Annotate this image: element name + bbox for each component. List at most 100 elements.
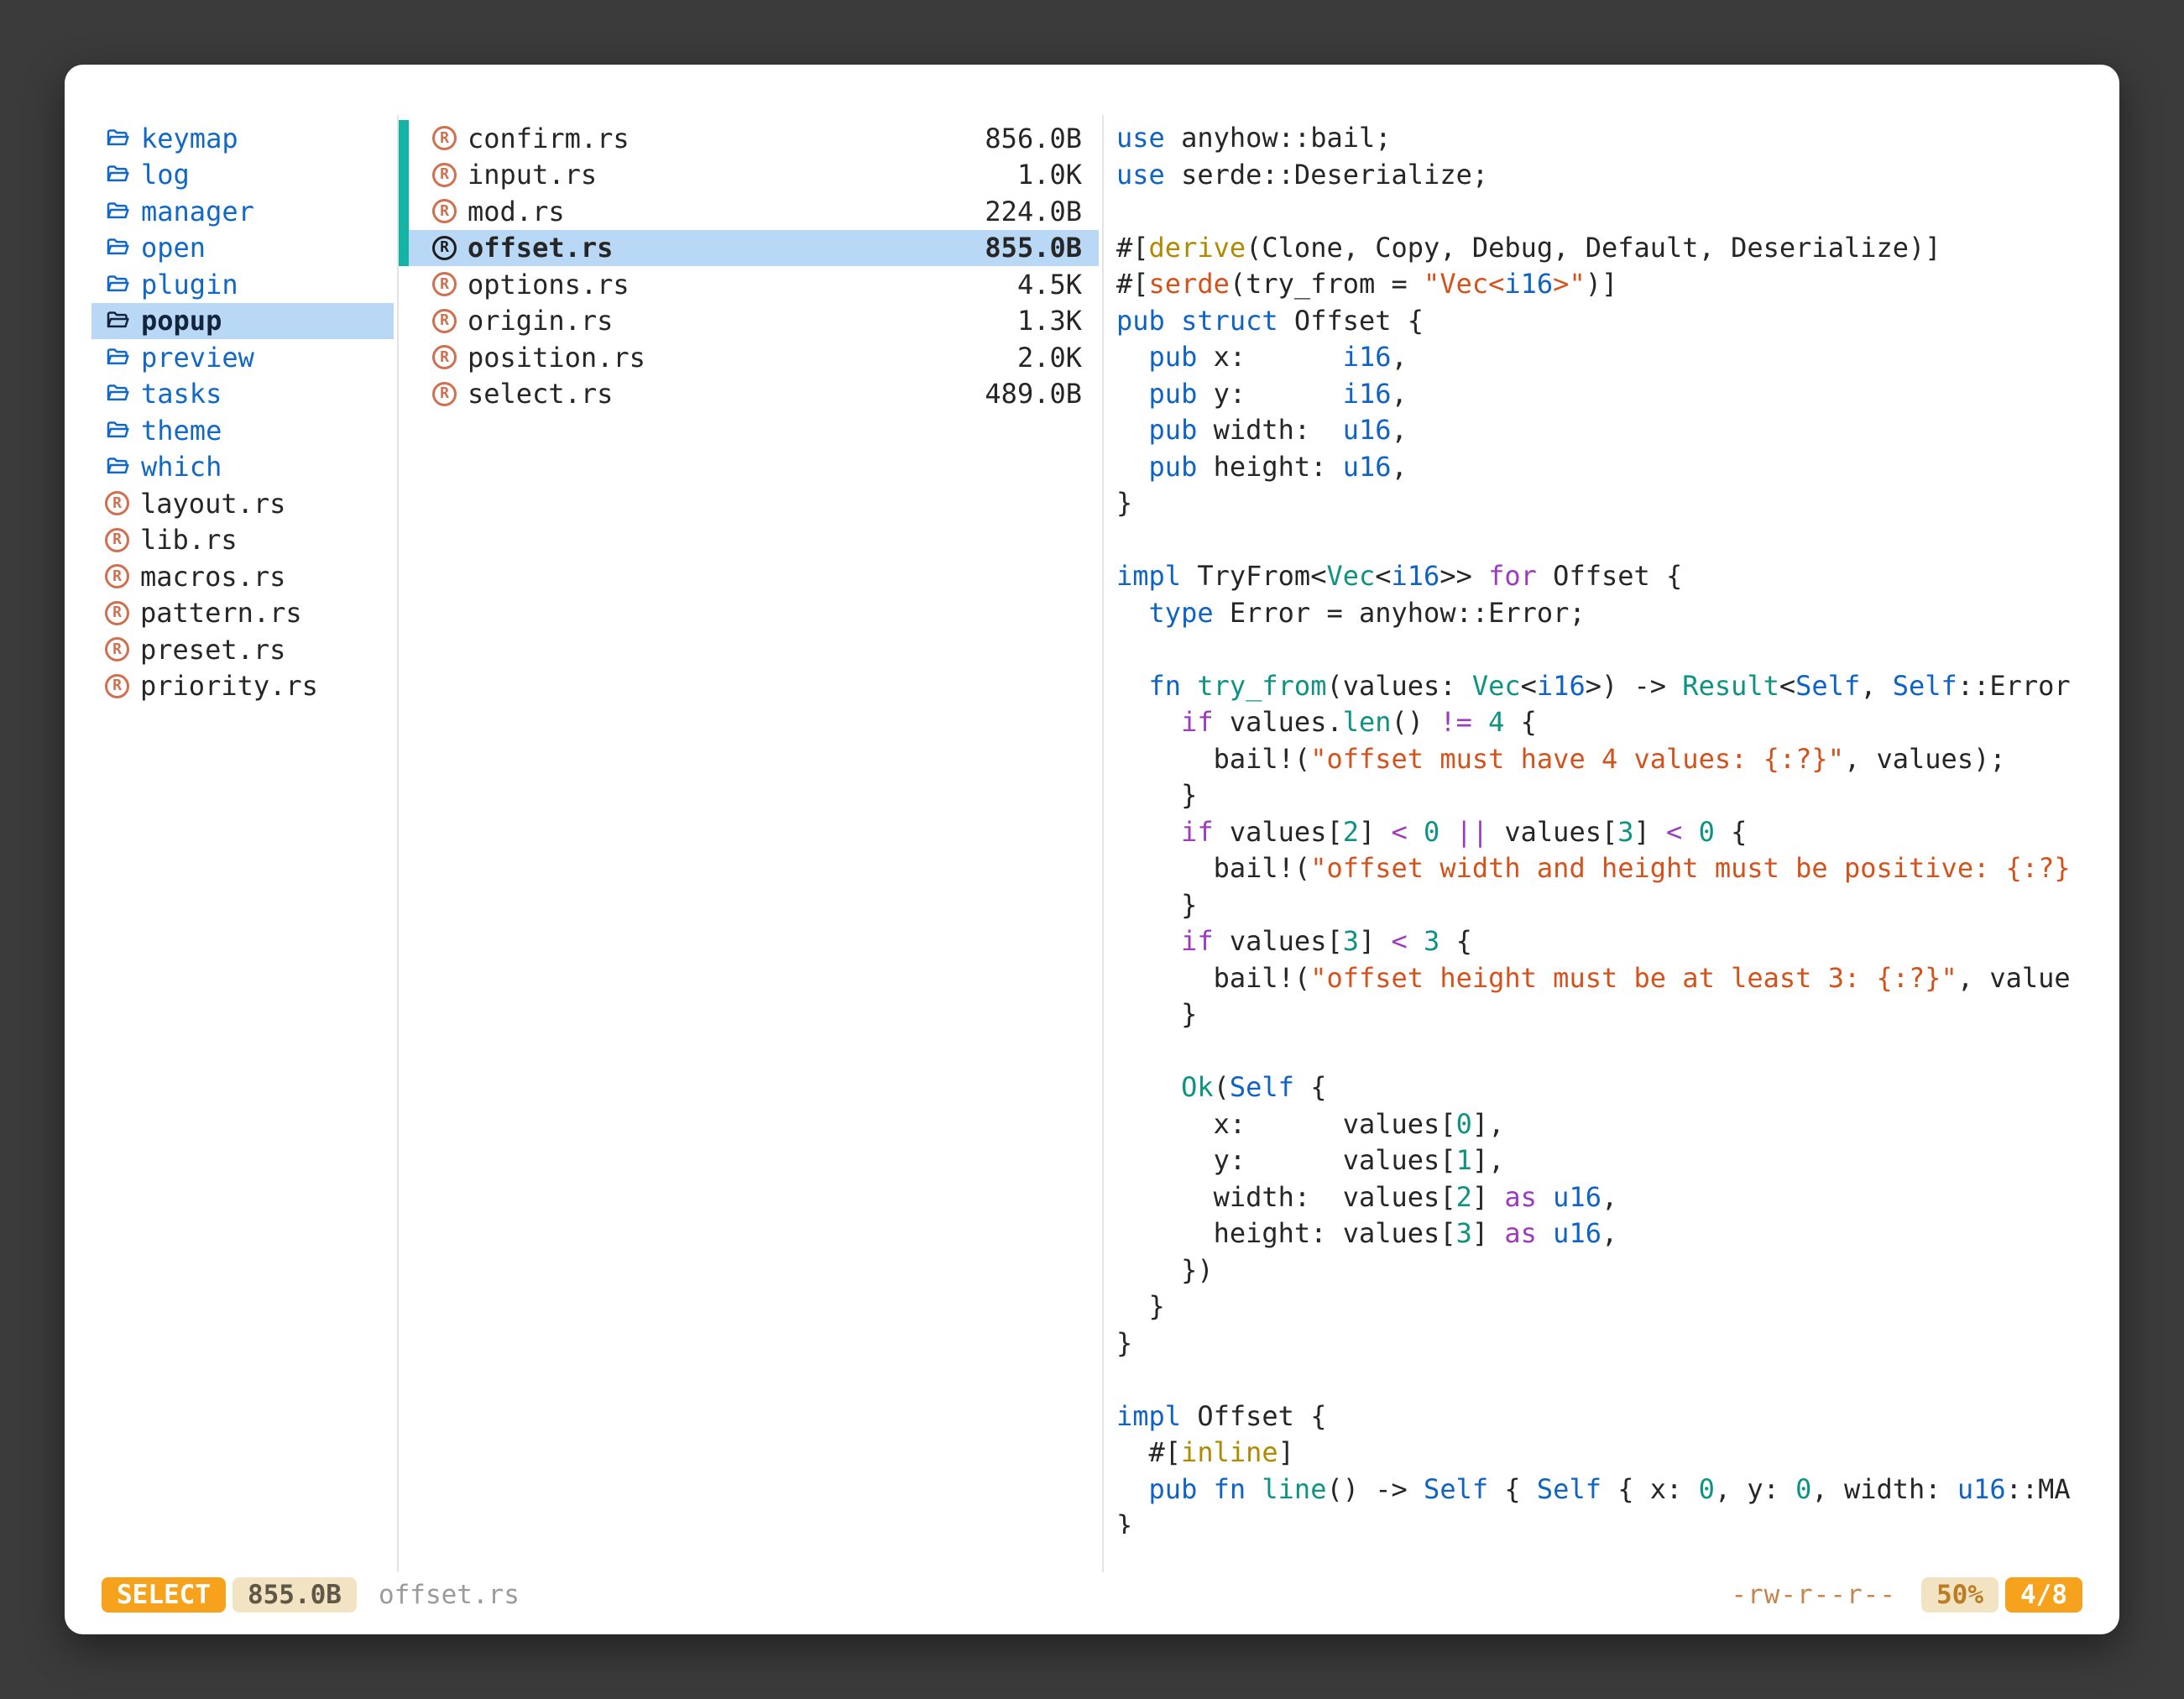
open-folder-icon [105,454,130,479]
file-row[interactable]: Rposition.rs2.0K [399,339,1099,376]
rust-file-icon: R [432,199,457,223]
file-size: 856.0B [985,123,1082,154]
file-row-label: select.rs [468,378,613,410]
cursor-position-badge: 4/8 [2005,1577,2082,1613]
parent-item[interactable]: Rlib.rs [91,522,394,559]
file-row-label: offset.rs [468,232,613,264]
open-folder-icon [105,345,130,370]
file-row[interactable]: Rconfirm.rs856.0B [399,120,1099,157]
code-line: #[serde(try_from = "Vec<i16>")] [1116,266,2108,303]
open-folder-icon [105,308,130,333]
parent-item-label: popup [141,305,222,337]
file-size-badge: 855.0B [233,1577,357,1613]
code-line: bail!("offset width and height must be p… [1116,850,2108,887]
code-line: } [1116,887,2108,924]
file-row-label: position.rs [468,342,645,374]
code-line: bail!("offset must have 4 values: {:?}",… [1116,741,2108,778]
file-row[interactable]: Rselect.rs 489.0B [399,376,1099,413]
current-pane: Rconfirm.rs856.0BRinput.rs1.0KRmod.rs224… [399,120,1099,412]
rust-file-icon: R [105,491,129,515]
code-line: fn try_from(values: Vec<i16>) -> Result<… [1116,668,2108,705]
file-size: 489.0B [985,378,1082,410]
file-row-label: input.rs [468,159,597,191]
rust-file-icon: R [432,236,457,260]
file-row[interactable]: Rorigin.rs1.3K [399,303,1099,340]
file-row-label: origin.rs [468,305,613,337]
parent-item[interactable]: manager [91,193,394,230]
parent-item[interactable]: which [91,449,394,486]
rust-file-icon: R [432,126,457,150]
parent-item[interactable]: keymap [91,120,394,157]
pane-divider-right [1102,115,1104,1572]
parent-item-label: keymap [141,123,238,154]
file-row[interactable]: Rinput.rs1.0K [399,157,1099,194]
code-line [1116,631,2108,668]
rust-file-icon: R [105,637,129,661]
code-line: pub x: i16, [1116,339,2108,376]
code-line [1116,522,2108,559]
parent-item-label: macros.rs [140,561,285,593]
rust-file-icon: R [432,345,457,369]
parent-item-label: theme [141,415,222,447]
parent-item[interactable]: Rpriority.rs [91,668,394,705]
status-bar: SELECT 855.0B offset.rs -rw-r--r-- 50% 4… [102,1576,2082,1614]
parent-item[interactable]: log [91,157,394,194]
rust-file-icon: R [432,382,457,406]
parent-item-label: pattern.rs [140,597,302,629]
parent-item-label: priority.rs [140,670,318,702]
parent-item[interactable]: Rmacros.rs [91,558,394,595]
parent-item[interactable]: theme [91,412,394,449]
mode-badge: SELECT [102,1577,226,1613]
code-line: pub y: i16, [1116,376,2108,413]
code-line: Ok(Self { [1116,1069,2108,1106]
file-size: 4.5K [1017,269,1082,301]
open-folder-icon [105,235,130,260]
file-row-label: options.rs [468,269,630,301]
parent-item-label: log [141,159,190,191]
parent-item[interactable]: Rpattern.rs [91,595,394,632]
file-row[interactable]: Roptions.rs 4.5K [399,266,1099,303]
code-line: height: values[3] as u16, [1116,1215,2108,1252]
code-line: bail!("offset height must be at least 3:… [1116,960,2108,997]
code-line: type Error = anyhow::Error; [1116,595,2108,632]
file-size: 855.0B [985,232,1082,264]
rust-file-icon: R [105,528,129,552]
parent-item-label: lib.rs [140,524,238,556]
open-folder-icon [105,162,130,187]
code-line: } [1116,485,2108,522]
open-folder-icon [105,381,130,406]
code-line: use anyhow::bail; [1116,120,2108,157]
parent-item[interactable]: tasks [91,376,394,413]
code-line: } [1116,777,2108,814]
parent-item[interactable]: open [91,230,394,267]
rust-file-icon: R [432,309,457,333]
code-line [1116,1033,2108,1070]
code-line: #[derive(Clone, Copy, Debug, Default, De… [1116,230,2108,267]
parent-item-label: tasks [141,378,222,410]
scroll-percent-badge: 50% [1921,1577,1999,1613]
file-row[interactable]: Rmod.rs224.0B [399,193,1099,230]
code-line: pub struct Offset { [1116,303,2108,340]
file-row[interactable]: Roffset.rs 855.0B [399,230,1099,267]
rust-file-icon: R [105,564,129,588]
code-line [1116,193,2108,230]
status-filename: offset.rs [379,1580,520,1610]
code-line: #[inline] [1116,1435,2108,1472]
open-folder-icon [105,418,130,443]
open-folder-icon [105,272,130,297]
file-size: 1.0K [1017,159,1082,191]
open-folder-icon [105,199,130,224]
code-line: use serde::Deserialize; [1116,157,2108,194]
parent-item[interactable]: preview [91,339,394,376]
file-size: 224.0B [985,196,1082,227]
code-line: width: values[2] as u16, [1116,1179,2108,1216]
parent-item[interactable]: popup [91,303,394,340]
parent-item[interactable]: Rlayout.rs [91,485,394,522]
rust-file-icon: R [432,272,457,296]
parent-item[interactable]: Rpreset.rs [91,631,394,668]
parent-item-label: preview [141,342,254,374]
parent-item-label: which [141,451,222,483]
code-line [1116,1362,2108,1398]
parent-item[interactable]: plugin [91,266,394,303]
code-line: } [1116,996,2108,1033]
